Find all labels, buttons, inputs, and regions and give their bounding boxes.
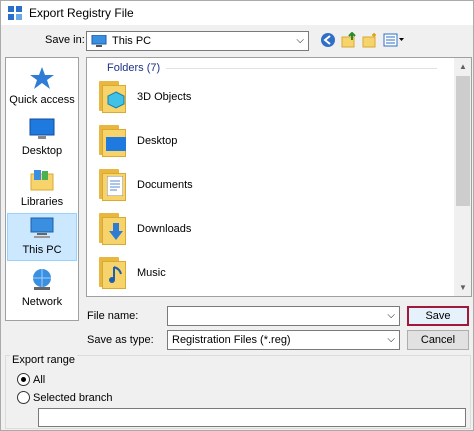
place-label: Libraries (20, 196, 64, 208)
scroll-up-arrow-icon[interactable]: ▲ (455, 58, 471, 75)
desktop-folder-icon (97, 123, 131, 159)
chevron-down-icon[interactable]: ⌵ (387, 310, 395, 321)
downloads-folder-icon (97, 211, 131, 247)
desktop-icon (28, 117, 56, 141)
folders-group-header[interactable]: Folders (7) (107, 62, 437, 74)
back-arrow-icon (320, 32, 336, 51)
chevron-down-icon: ⌵ (296, 35, 304, 46)
place-quick-access[interactable]: Quick access (7, 62, 77, 110)
folder-up-icon (341, 31, 357, 51)
registry-editor-icon (7, 5, 23, 21)
place-label: Desktop (21, 145, 63, 157)
vertical-scrollbar[interactable]: ▲ ▼ (454, 58, 471, 296)
3d-objects-folder-icon (97, 79, 131, 115)
save-button-label: Save (425, 310, 451, 322)
radio-label-selected-branch: Selected branch (33, 391, 113, 404)
documents-folder-icon (97, 167, 131, 203)
save-as-type-label: Save as type: (87, 334, 154, 346)
file-list-view[interactable]: Folders (7) 3D Objects Desktop Documents (86, 57, 472, 297)
folder-name: Downloads (137, 223, 192, 235)
save-in-value: This PC (112, 35, 152, 47)
music-folder-icon (97, 255, 131, 291)
group-divider (166, 68, 437, 69)
quick-access-star-icon (28, 66, 56, 90)
place-this-pc[interactable]: This PC (7, 213, 77, 261)
libraries-icon (28, 168, 56, 192)
back-button[interactable] (319, 32, 337, 50)
window-title: Export Registry File (29, 6, 134, 20)
radio-button-selected-branch[interactable] (17, 391, 30, 404)
place-libraries[interactable]: Libraries (7, 164, 77, 212)
file-name-label: File name: (87, 310, 139, 322)
folder-name: Music (137, 267, 166, 279)
title-bar: Export Registry File (1, 1, 473, 25)
chevron-down-icon: ⌵ (387, 334, 395, 345)
cancel-button-label: Cancel (420, 334, 456, 346)
radio-button-all[interactable] (17, 373, 30, 386)
export-all-option[interactable]: All (17, 373, 45, 386)
export-registry-dialog: Export Registry File Save in: This PC ⌵ (0, 0, 474, 431)
this-pc-small-icon (91, 34, 107, 47)
selected-branch-option[interactable]: Selected branch (17, 391, 113, 404)
new-folder-icon (362, 32, 378, 51)
group-header-label: Folders (7) (107, 62, 161, 74)
selected-branch-input[interactable] (38, 408, 466, 427)
view-menu-button[interactable] (382, 32, 406, 50)
save-in-dropdown[interactable]: This PC ⌵ (86, 31, 309, 51)
up-one-level-button[interactable] (340, 31, 358, 51)
place-network[interactable]: Network (7, 264, 77, 312)
folder-name: 3D Objects (137, 91, 192, 103)
radio-label-all: All (33, 373, 46, 386)
folder-item-documents[interactable]: Documents (97, 164, 417, 206)
save-button[interactable]: Save (407, 306, 469, 326)
folder-item-music[interactable]: Music (97, 252, 417, 294)
place-label: This PC (22, 244, 62, 256)
file-name-combobox[interactable]: ⌵ (167, 306, 400, 326)
save-as-type-dropdown[interactable]: Registration Files (*.reg) ⌵ (167, 330, 400, 350)
cancel-button[interactable]: Cancel (407, 330, 469, 350)
folder-name: Documents (137, 179, 193, 191)
this-pc-icon (28, 216, 56, 240)
scroll-down-arrow-icon[interactable]: ▼ (455, 279, 471, 296)
place-label: Quick access (9, 94, 75, 106)
view-list-icon (383, 33, 405, 50)
folder-item-desktop[interactable]: Desktop (97, 120, 417, 162)
new-folder-button[interactable] (361, 32, 379, 50)
places-bar: Quick access Desktop Libraries This PC N… (5, 57, 79, 321)
folder-item-3d-objects[interactable]: 3D Objects (97, 76, 417, 118)
save-in-label: Save in: (45, 34, 85, 46)
folder-item-downloads[interactable]: Downloads (97, 208, 417, 250)
scroll-thumb[interactable] (456, 76, 470, 206)
file-name-input[interactable] (171, 307, 381, 325)
save-as-type-value: Registration Files (*.reg) (172, 334, 291, 346)
export-range-legend: Export range (10, 354, 77, 366)
folder-name: Desktop (137, 135, 178, 147)
place-label: Network (21, 296, 63, 308)
network-icon (28, 268, 56, 292)
place-desktop[interactable]: Desktop (7, 113, 77, 161)
